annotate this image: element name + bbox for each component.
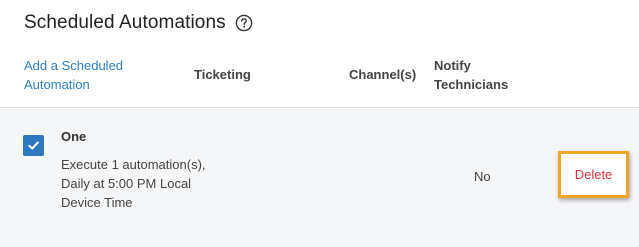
column-header-notify-technicians: Notify Technicians xyxy=(434,58,509,92)
notify-technicians-value: No xyxy=(474,169,491,184)
delete-button[interactable]: Delete xyxy=(575,167,613,182)
table-row: One Execute 1 automation(s), Daily at 5:… xyxy=(0,109,639,247)
title-row: Scheduled Automations xyxy=(24,12,253,34)
delete-highlight-box: Delete xyxy=(558,151,629,198)
page-title: Scheduled Automations xyxy=(24,12,226,33)
automation-description: Execute 1 automation(s), Daily at 5:00 P… xyxy=(61,157,206,210)
row-checkbox[interactable] xyxy=(23,135,44,156)
table-header: Add a Scheduled Automation Ticketing Cha… xyxy=(0,54,639,108)
add-scheduled-automation-link[interactable]: Add a Scheduled Automation xyxy=(24,56,164,94)
column-header-channels: Channel(s) xyxy=(349,67,417,82)
question-circle-icon[interactable] xyxy=(235,14,253,32)
scheduled-automations-panel: Scheduled Automations Add a Scheduled Au… xyxy=(0,0,639,247)
checkmark-icon xyxy=(28,141,39,150)
column-header-ticketing: Ticketing xyxy=(194,67,251,82)
automation-name: One xyxy=(61,129,87,144)
